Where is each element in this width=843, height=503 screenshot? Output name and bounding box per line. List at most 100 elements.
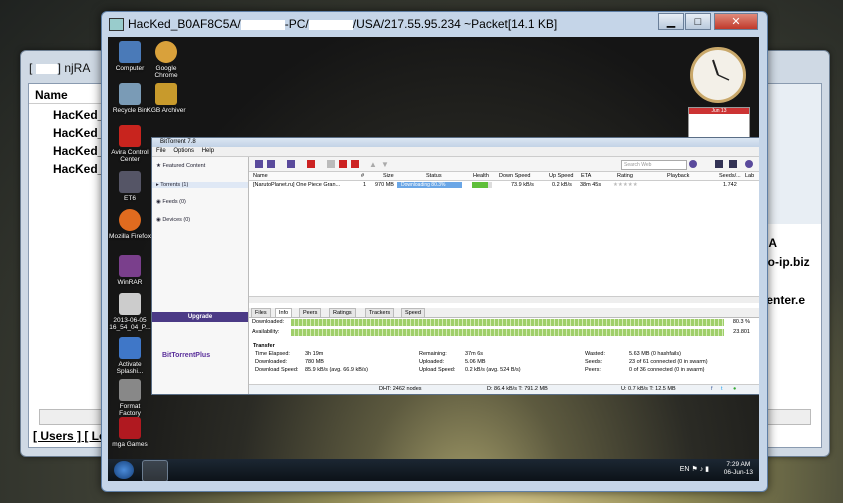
tab-speed[interactable]: Speed bbox=[401, 308, 425, 317]
desktop-icon-splashid[interactable]: Activate Splashi... bbox=[108, 337, 152, 375]
firefox-icon bbox=[119, 209, 141, 231]
menu-help[interactable]: Help bbox=[202, 148, 214, 154]
list-view-icon[interactable] bbox=[715, 160, 723, 168]
desktop-icon-kgb-archiver[interactable]: KGB Archiver bbox=[144, 83, 188, 114]
menu-options[interactable]: Options bbox=[173, 148, 194, 154]
desktop-icon-mga-games[interactable]: mga Games bbox=[108, 417, 152, 448]
add-url-icon[interactable] bbox=[267, 160, 275, 168]
tab-peers[interactable]: Peers bbox=[299, 308, 322, 317]
desktop-icon-format-factory[interactable]: Format Factory bbox=[108, 379, 152, 417]
maximize-button[interactable]: □ bbox=[685, 13, 711, 30]
col-health[interactable]: Health bbox=[473, 173, 489, 179]
tab-ratings[interactable]: Ratings bbox=[329, 308, 356, 317]
desktop-icon-avira[interactable]: Avira Control Center bbox=[108, 125, 152, 163]
search-input[interactable]: Search Web bbox=[621, 160, 687, 170]
client-row[interactable]: HacKed_I bbox=[53, 162, 108, 176]
torrent-size: 970 MB bbox=[375, 182, 394, 188]
health-bar bbox=[472, 182, 492, 188]
bittorrent-window[interactable]: BitTorrent 7.8 File Options Help ★ Featu… bbox=[151, 137, 759, 395]
volume-icon[interactable]: ♪ bbox=[700, 466, 704, 473]
torrent-rating[interactable]: ★★★★★ bbox=[613, 182, 638, 188]
remote-screen[interactable]: Computer Google Chrome Recycle Bin KGB A… bbox=[108, 37, 759, 481]
icon-label: Avira Control Center bbox=[111, 149, 149, 163]
pause-icon[interactable] bbox=[339, 160, 347, 168]
redaction-box bbox=[240, 19, 285, 30]
col-rating[interactable]: Rating bbox=[617, 173, 633, 179]
tray-clock[interactable]: 7:29 AM 06-Jun-13 bbox=[724, 461, 753, 477]
desktop-icon-winrar[interactable]: WinRAR bbox=[108, 255, 152, 286]
torrent-eta: 38m 45s bbox=[580, 182, 602, 188]
dht-status: DHT: 2462 nodes bbox=[379, 386, 422, 392]
sidebar-item-torrents[interactable]: ▸ Torrents (1) bbox=[152, 182, 248, 188]
peers-value: 0 of 36 connected (0 in swarm) bbox=[629, 367, 705, 373]
list-horizontal-scrollbar[interactable] bbox=[249, 296, 759, 303]
col-name[interactable]: Name bbox=[253, 173, 268, 179]
twitter-icon[interactable]: t bbox=[721, 386, 723, 392]
col-down-speed[interactable]: Down Speed bbox=[499, 173, 531, 179]
sidebar-label: Torrents (1) bbox=[160, 182, 189, 188]
start-button[interactable] bbox=[114, 461, 134, 479]
computer-icon bbox=[119, 41, 141, 63]
stop-icon[interactable] bbox=[351, 160, 359, 168]
torrent-seeds: 1.742 bbox=[723, 182, 737, 188]
seeds-value: 23 of 61 connected (0 in swarm) bbox=[629, 359, 708, 365]
detail-view-icon[interactable] bbox=[729, 160, 737, 168]
add-torrent-icon[interactable] bbox=[255, 160, 263, 168]
wasted-value: 5.63 MB (0 hashfails) bbox=[629, 351, 681, 357]
tab-files[interactable]: Files bbox=[251, 308, 271, 317]
window-title: HacKed_B0AF8C5A/ -PC/ /USA/217.55.95.234 ~… bbox=[128, 17, 557, 31]
tab-trackers[interactable]: Trackers bbox=[365, 308, 395, 317]
create-torrent-icon[interactable] bbox=[287, 160, 295, 168]
sidebar-item-feeds[interactable]: ◉ Feeds (0) bbox=[156, 199, 186, 205]
col-num[interactable]: # bbox=[361, 173, 364, 179]
tab-info[interactable]: Info bbox=[275, 308, 293, 317]
downloaded-amount-value: 780 MB bbox=[305, 359, 324, 365]
col-seeds[interactable]: Seeds/... bbox=[719, 173, 741, 179]
flag-icon[interactable]: ⚑ bbox=[691, 466, 697, 473]
icon-label: Google Chrome bbox=[154, 65, 178, 79]
title-part3: /USA/217.55.95.234 ~Packet[14.1 KB] bbox=[352, 17, 558, 31]
search-engine-icon[interactable] bbox=[689, 160, 697, 168]
down-arrow-icon[interactable]: ▼ bbox=[381, 160, 389, 169]
col-size[interactable]: Size bbox=[383, 173, 394, 179]
sidebar-item-devices[interactable]: ◉ Devices (0) bbox=[156, 217, 190, 223]
network-icon[interactable]: ▮ bbox=[705, 466, 709, 473]
window-icon bbox=[109, 18, 124, 31]
col-label[interactable]: Lab bbox=[745, 173, 754, 179]
start-icon[interactable] bbox=[327, 160, 335, 168]
torrent-row[interactable]: [NarutoPlanet.ru] One Piece Gran... 1 97… bbox=[249, 181, 759, 189]
up-arrow-icon[interactable]: ▲ bbox=[369, 160, 377, 169]
desktop-icon-screenshot[interactable]: 2013-06-05 16_54_04_P... bbox=[108, 293, 152, 331]
col-eta[interactable]: ETA bbox=[581, 173, 591, 179]
availability-bar bbox=[291, 329, 724, 336]
sidebar-item-featured[interactable]: ★ Featured Content bbox=[156, 163, 205, 169]
label: Upload Speed: bbox=[419, 367, 456, 373]
icon-label: 2013-06-05 16_54_04_P... bbox=[109, 317, 151, 331]
minimize-button[interactable]: ▁ bbox=[658, 13, 684, 30]
col-status[interactable]: Status bbox=[426, 173, 442, 179]
bottom-tabs[interactable]: [ Users ] [ Lo bbox=[33, 429, 106, 443]
upgrade-button[interactable]: Upgrade bbox=[152, 312, 248, 322]
desktop-icon-et6[interactable]: ET6 bbox=[108, 171, 152, 202]
col-playback[interactable]: Playback bbox=[667, 173, 689, 179]
downloaded-value: 80.3 % bbox=[732, 319, 750, 325]
menu-file[interactable]: File bbox=[156, 148, 166, 154]
label: Remaining: bbox=[419, 351, 447, 357]
close-button[interactable]: ✕ bbox=[714, 13, 758, 30]
image-file-icon bbox=[119, 293, 141, 315]
upload-speed-value: 0.2 kB/s (avg. 524 B/s) bbox=[465, 367, 521, 373]
col-up-speed[interactable]: Up Speed bbox=[549, 173, 573, 179]
remote-desktop-window[interactable]: HacKed_B0AF8C5A/ -PC/ /USA/217.55.95.234 ~… bbox=[101, 11, 768, 492]
column-header-name[interactable]: Name bbox=[29, 84, 107, 104]
client-row[interactable]: HacKed_I bbox=[53, 126, 108, 140]
language-indicator[interactable]: EN bbox=[680, 466, 690, 473]
settings-icon[interactable] bbox=[745, 160, 753, 168]
chrome-icon bbox=[155, 41, 177, 63]
desktop-icon-chrome[interactable]: Google Chrome bbox=[144, 41, 188, 79]
remove-icon[interactable] bbox=[307, 160, 315, 168]
remaining-value: 37m 6s bbox=[465, 351, 484, 357]
client-row[interactable]: HacKed_I bbox=[53, 144, 108, 158]
desktop-icon-firefox[interactable]: Mozilla Firefox bbox=[108, 209, 152, 240]
taskbar-bittorrent-button[interactable] bbox=[142, 460, 168, 481]
facebook-icon[interactable]: f bbox=[711, 386, 713, 392]
